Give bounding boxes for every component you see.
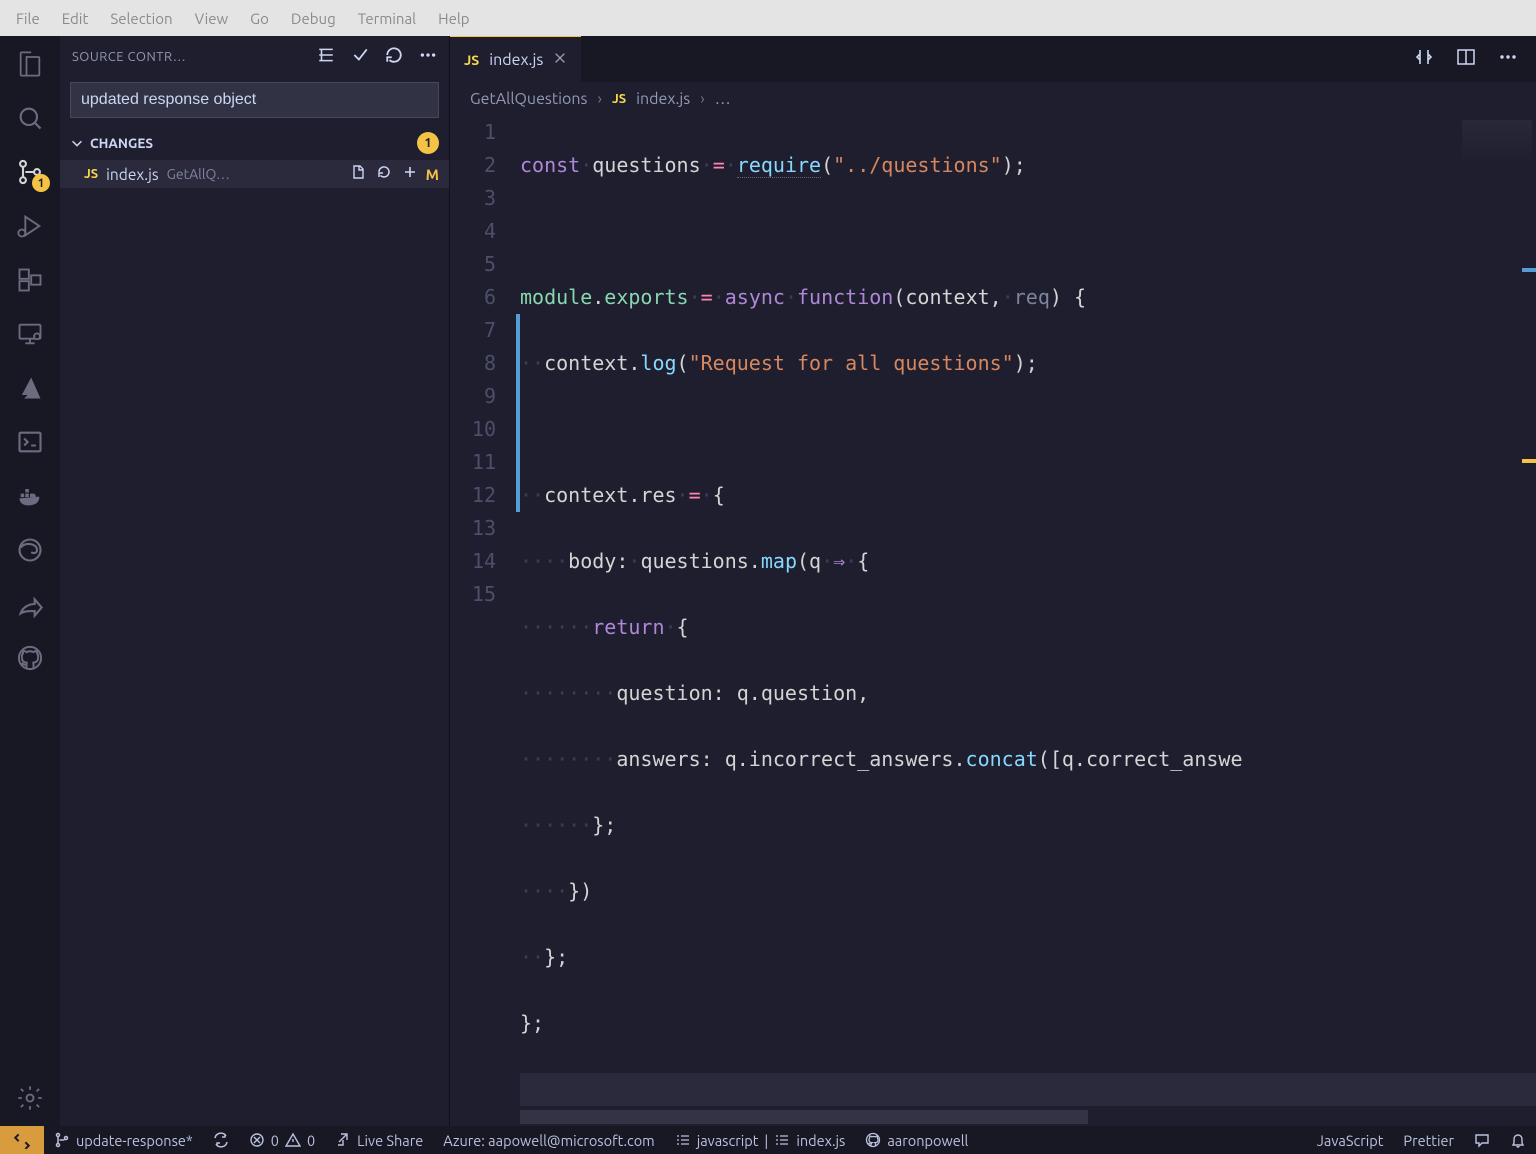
sync-icon[interactable] [203,1126,239,1154]
compare-icon[interactable] [1414,47,1434,71]
remote-explorer-icon[interactable] [14,318,46,350]
docker-icon[interactable] [14,480,46,512]
editor: JS index.js GetAllQuestions › JS index.j… [450,36,1536,1126]
menubar: File Edit Selection View Go Debug Termin… [0,0,1536,36]
edge-icon[interactable] [14,534,46,566]
changed-file-row[interactable]: JS index.js GetAllQ… M [60,160,449,188]
source-control-sidebar: SOURCE CONTR… CHANGES 1 JS index.js GetA… [60,36,450,1126]
js-file-icon: JS [464,52,479,68]
modified-status: M [426,166,439,183]
azure-account[interactable]: Azure: aapowell@microsoft.com [433,1126,664,1154]
sidebar-header: SOURCE CONTR… [60,36,449,78]
github-icon[interactable] [14,642,46,674]
scm-badge: 1 [32,174,50,192]
debug-icon[interactable] [14,210,46,242]
changes-label: CHANGES [90,135,153,151]
menu-debug[interactable]: Debug [281,6,346,31]
tab-label: index.js [489,51,543,69]
changes-count-badge: 1 [417,132,439,154]
horizontal-scrollbar[interactable] [520,1110,1466,1124]
git-branch[interactable]: update-response* [44,1126,203,1154]
changed-file-name: index.js [106,166,158,183]
discard-icon[interactable] [376,164,392,184]
statusbar: update-response* 0 0 Live Share Azure: a… [0,1126,1536,1154]
code-editor[interactable]: 1 2 3 4 5 6 7 8 9 10 11 12 13 14 15 cons… [450,116,1536,1126]
split-editor-icon[interactable] [1456,47,1476,71]
feedback-icon[interactable] [1464,1126,1500,1154]
menu-terminal[interactable]: Terminal [348,6,426,31]
js-file-icon: JS [612,92,626,106]
chevron-right-icon: › [597,90,602,108]
remote-indicator[interactable] [0,1126,44,1154]
chevron-down-icon [70,136,84,150]
more-icon[interactable] [419,46,437,68]
stage-icon[interactable] [402,164,418,184]
language-mode[interactable]: JavaScript [1307,1126,1394,1154]
overview-ruler[interactable] [1522,116,1536,1126]
js-file-icon: JS [84,167,98,181]
menu-file[interactable]: File [6,6,50,31]
terminal-icon[interactable] [14,426,46,458]
problems[interactable]: 0 0 [239,1126,325,1154]
changed-file-path: GetAllQ… [167,166,342,182]
chevron-right-icon: › [700,90,705,108]
code-content[interactable]: const·questions·=·require("../questions"… [520,116,1536,1126]
share-icon[interactable] [14,588,46,620]
breadcrumb-tail: … [715,90,731,108]
line-gutter: 1 2 3 4 5 6 7 8 9 10 11 12 13 14 15 [450,116,520,1126]
menu-edit[interactable]: Edit [52,6,99,31]
status-js-lang[interactable]: javascript | index.js [665,1126,856,1154]
settings-gear-icon[interactable] [14,1082,46,1114]
extensions-icon[interactable] [14,264,46,296]
breadcrumb-folder[interactable]: GetAllQuestions [470,90,587,108]
source-control-icon[interactable]: 1 [14,156,46,188]
menu-go[interactable]: Go [240,6,279,31]
open-file-icon[interactable] [350,164,366,184]
tab-bar: JS index.js [450,36,1536,82]
view-as-tree-icon[interactable] [317,46,335,68]
azure-icon[interactable] [14,372,46,404]
github-user[interactable]: aaronpowell [855,1126,978,1154]
activity-bar: 1 [0,36,60,1126]
commit-icon[interactable] [351,46,369,68]
commit-message-input[interactable] [70,82,439,118]
tab-index-js[interactable]: JS index.js [450,36,581,82]
bell-icon[interactable] [1500,1126,1536,1154]
formatter[interactable]: Prettier [1393,1126,1464,1154]
breadcrumb[interactable]: GetAllQuestions › JS index.js › … [450,82,1536,116]
search-icon[interactable] [14,102,46,134]
menu-help[interactable]: Help [428,6,479,31]
refresh-icon[interactable] [385,46,403,68]
live-share[interactable]: Live Share [325,1126,433,1154]
breadcrumb-file[interactable]: index.js [636,90,690,108]
explorer-icon[interactable] [14,48,46,80]
sidebar-title: SOURCE CONTR… [72,50,307,64]
menu-view[interactable]: View [185,6,239,31]
close-tab-icon[interactable] [553,51,567,69]
changes-section-header[interactable]: CHANGES 1 [60,126,449,160]
menu-selection[interactable]: Selection [100,6,182,31]
more-actions-icon[interactable] [1498,47,1518,71]
